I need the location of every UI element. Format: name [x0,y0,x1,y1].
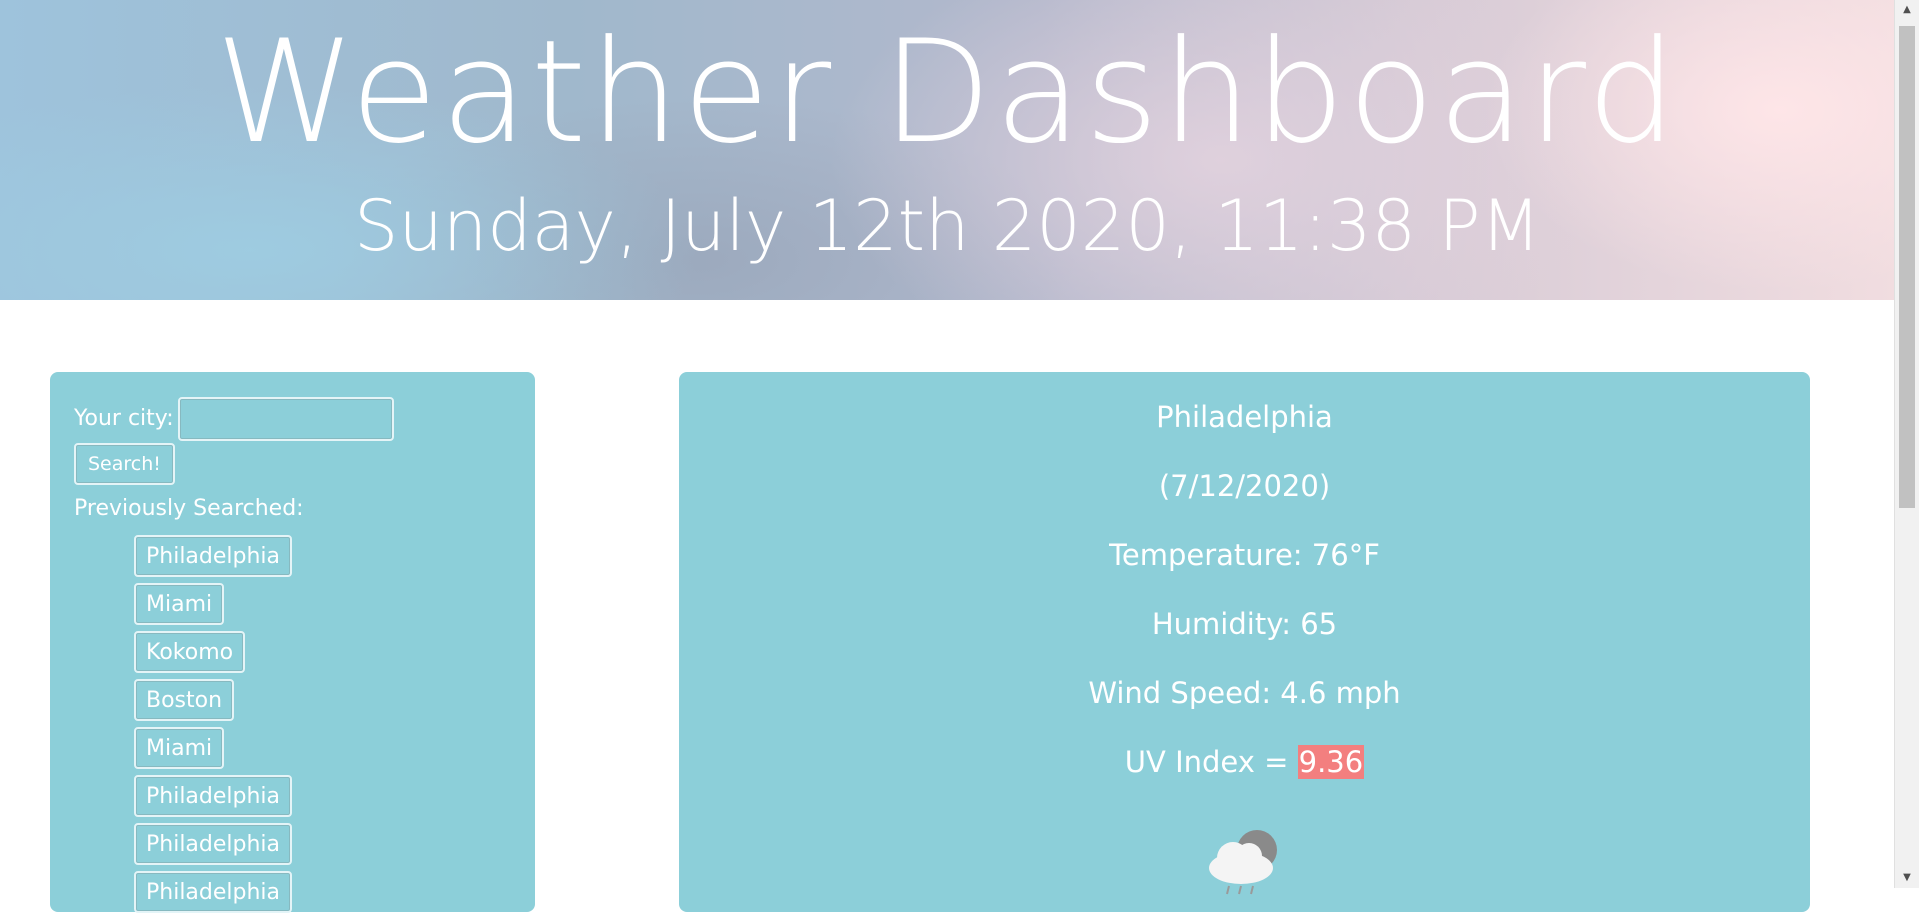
uv-index: UV Index = 9.36 [679,744,1810,780]
scroll-up-icon[interactable]: ▲ [1895,0,1919,20]
previously-searched-label: Previously Searched: [74,496,304,521]
current-date: (7/12/2020) [1158,469,1331,503]
current-city: Philadelphia [1156,400,1333,434]
history-item[interactable]: Miami [134,583,225,625]
history-item[interactable]: Philadelphia [134,823,293,865]
history-item[interactable]: Kokomo [134,631,246,673]
temperature: Temperature: 76°F [1109,538,1380,572]
current-weather-panel: Philadelphia (7/12/2020) Temperature: 76… [679,372,1810,912]
history-item[interactable]: Philadelphia [134,871,293,913]
history-item[interactable]: Miami [134,727,225,769]
header-banner: Weather Dashboard Sunday, July 12th 2020… [0,0,1895,300]
history-item[interactable]: Philadelphia [134,775,293,817]
search-history-list: Philadelphia Miami Kokomo Boston Miami P… [134,535,514,919]
rain-cloud-icon [1209,830,1277,895]
current-datetime: Sunday, July 12th 2020, 11:38 PM [354,185,1541,267]
page-scrollbar[interactable]: ▲ ▼ [1894,0,1919,888]
uv-index-value: 9.36 [1297,745,1365,779]
city-label: Your city: [74,406,174,431]
history-item[interactable]: Philadelphia [134,535,293,577]
scroll-down-icon[interactable]: ▼ [1895,868,1919,888]
humidity: Humidity: 65 [1151,607,1338,641]
uv-index-label: UV Index = [1124,745,1298,779]
wind-speed: Wind Speed: 4.6 mph [1088,676,1401,710]
city-input[interactable] [178,397,394,441]
scrollbar-thumb[interactable] [1899,26,1915,508]
search-panel: Your city: Search! Previously Searched: … [50,372,535,913]
search-button[interactable]: Search! [74,443,175,485]
history-item[interactable]: Boston [134,679,235,721]
page-title: Weather Dashboard [215,10,1680,175]
